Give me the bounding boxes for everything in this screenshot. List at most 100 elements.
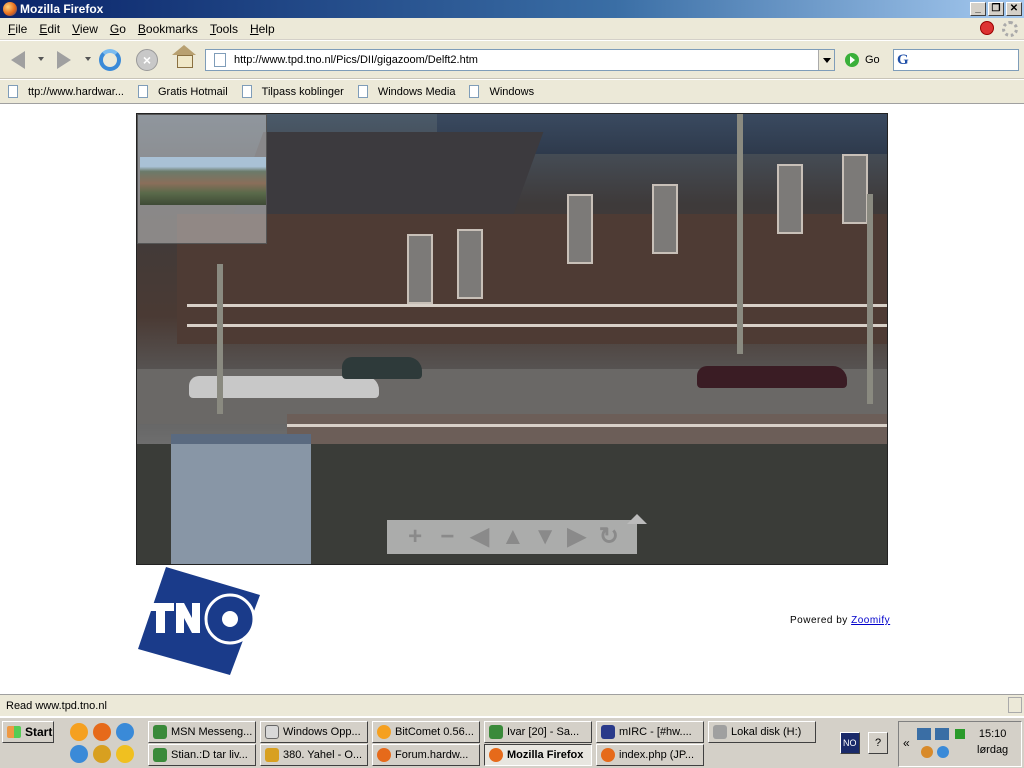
- quicklaunch-firefox-icon[interactable]: [93, 723, 111, 741]
- update-notification-icon[interactable]: [980, 21, 994, 35]
- msn-buddy-icon[interactable]: [937, 746, 949, 758]
- pan-down-icon[interactable]: ▼: [533, 522, 557, 552]
- back-arrow-icon: [11, 51, 25, 69]
- quicklaunch-media-icon[interactable]: [116, 745, 134, 763]
- bookmark-item[interactable]: ttp://www.hardwar...: [8, 85, 124, 98]
- stop-button[interactable]: ×: [133, 47, 161, 73]
- taskbar-item-label: index.php (JP...: [619, 749, 695, 761]
- status-text: Read www.tpd.tno.nl: [6, 699, 107, 712]
- tray-expand-icon[interactable]: «: [903, 736, 910, 750]
- taskbar-item[interactable]: Forum.hardw...: [372, 744, 480, 766]
- taskbar-item[interactable]: MSN Messeng...: [148, 721, 256, 743]
- zoom-out-icon[interactable]: −: [436, 522, 458, 552]
- stop-icon: ×: [136, 49, 158, 71]
- zoomify-viewer[interactable]: + − ◀ ▲ ▼ ▶ ↻: [136, 113, 888, 565]
- bookmark-item[interactable]: Tilpass koblinger: [241, 85, 344, 98]
- address-bar[interactable]: http://www.tpd.tno.nl/Pics/DII/gigazoom/…: [205, 49, 835, 71]
- msn-icon: [489, 725, 503, 739]
- menu-help[interactable]: Help: [244, 22, 281, 36]
- taskbar-item-label: Stian.:D tar liv...: [171, 749, 248, 761]
- bookmark-item[interactable]: Windows: [469, 85, 534, 98]
- scene-railing: [287, 424, 887, 427]
- minimize-button[interactable]: _: [970, 2, 986, 16]
- navigator-thumbnail[interactable]: [137, 114, 267, 244]
- taskbar-item[interactable]: Stian.:D tar liv...: [148, 744, 256, 766]
- menu-tools[interactable]: Tools: [204, 22, 244, 36]
- taskbar-item-active[interactable]: Mozilla Firefox: [484, 744, 592, 766]
- zoom-in-icon[interactable]: +: [404, 522, 426, 552]
- menu-edit[interactable]: Edit: [33, 22, 66, 36]
- quicklaunch-ie-icon[interactable]: [116, 723, 134, 741]
- go-button[interactable]: Go: [845, 53, 880, 67]
- msn-buddy-icon[interactable]: [921, 746, 933, 758]
- status-green-icon[interactable]: [955, 729, 965, 739]
- scene-roof: [230, 132, 544, 222]
- forward-button[interactable]: [50, 47, 78, 73]
- quicklaunch-ie-icon[interactable]: [70, 745, 88, 763]
- google-search-icon[interactable]: G: [897, 52, 909, 68]
- taskbar-item-label: Windows Opp...: [283, 726, 361, 738]
- back-button[interactable]: [4, 47, 32, 73]
- network-icon[interactable]: [935, 728, 949, 740]
- network-icon[interactable]: [917, 728, 931, 740]
- scene-railing: [187, 304, 887, 307]
- restore-button[interactable]: ❐: [988, 2, 1004, 16]
- zoomify-link[interactable]: Zoomify: [851, 615, 890, 626]
- pan-left-icon[interactable]: ◀: [469, 522, 491, 552]
- taskbar-item[interactable]: Ivar [20] - Sa...: [484, 721, 592, 743]
- menu-bookmarks[interactable]: Bookmarks: [132, 22, 204, 36]
- taskbar-item-label: mIRC - [#hw....: [619, 726, 692, 738]
- page-content: + − ◀ ▲ ▼ ▶ ↻ Powered by Zoomify: [0, 105, 1024, 693]
- close-button[interactable]: ✕: [1006, 2, 1022, 16]
- taskbar-item[interactable]: 380. Yahel - O...: [260, 744, 368, 766]
- pan-right-icon[interactable]: ▶: [566, 522, 588, 552]
- navigation-toolbar: × http://www.tpd.tno.nl/Pics/DII/gigazoo…: [0, 41, 1024, 79]
- bookmark-item[interactable]: Gratis Hotmail: [137, 85, 228, 98]
- back-dropdown-icon[interactable]: [38, 57, 44, 61]
- page-icon: [469, 85, 480, 98]
- help-icon[interactable]: ?: [868, 732, 888, 754]
- scene-window: [777, 164, 803, 234]
- powered-by: Powered by Zoomify: [790, 615, 890, 626]
- language-indicator[interactable]: NO: [840, 732, 860, 754]
- pan-up-icon[interactable]: ▲: [501, 522, 525, 552]
- bookmark-label: ttp://www.hardwar...: [28, 85, 124, 98]
- thumbnail-image: [140, 157, 266, 205]
- toggle-toolbar-icon[interactable]: [627, 514, 647, 524]
- taskbar-item[interactable]: mIRC - [#hw....: [596, 721, 704, 743]
- page-icon: [137, 85, 148, 98]
- taskbar-item[interactable]: Windows Opp...: [260, 721, 368, 743]
- reload-icon: [99, 49, 121, 71]
- taskbar-item-label: BitComet 0.56...: [395, 726, 474, 738]
- msn-icon: [153, 725, 167, 739]
- taskbar-item[interactable]: index.php (JP...: [596, 744, 704, 766]
- start-button[interactable]: Start: [2, 721, 54, 743]
- forward-dropdown-icon[interactable]: [85, 57, 91, 61]
- menu-view[interactable]: View: [66, 22, 104, 36]
- search-box[interactable]: G: [893, 49, 1019, 71]
- quicklaunch-pencil-icon[interactable]: [93, 745, 111, 763]
- bookmark-item[interactable]: Windows Media: [357, 85, 455, 98]
- taskbar-item-label: Forum.hardw...: [395, 749, 469, 761]
- mirc-icon: [601, 725, 615, 739]
- url-text[interactable]: http://www.tpd.tno.nl/Pics/DII/gigazoom/…: [234, 54, 818, 66]
- taskbar-item-label: Lokal disk (H:): [731, 726, 802, 738]
- window-icon: [265, 725, 279, 739]
- taskbar-item[interactable]: BitComet 0.56...: [372, 721, 480, 743]
- quicklaunch-bitcomet-icon[interactable]: [70, 723, 88, 741]
- page-icon: [241, 85, 252, 98]
- scene-window: [457, 229, 483, 299]
- home-button[interactable]: [170, 45, 198, 73]
- firefox-icon: [3, 2, 17, 16]
- url-dropdown-button[interactable]: [818, 50, 834, 70]
- taskbar-item[interactable]: Lokal disk (H:): [708, 721, 816, 743]
- bookmark-label: Tilpass koblinger: [261, 85, 344, 98]
- go-icon: [845, 53, 859, 67]
- msn-icon: [153, 748, 167, 762]
- clock[interactable]: 15:10 lørdag: [977, 728, 1008, 756]
- reload-button[interactable]: [96, 47, 124, 73]
- menu-file[interactable]: File: [2, 22, 33, 36]
- page-icon: [8, 85, 18, 98]
- reset-view-icon[interactable]: ↻: [598, 522, 620, 552]
- menu-go[interactable]: Go: [104, 22, 132, 36]
